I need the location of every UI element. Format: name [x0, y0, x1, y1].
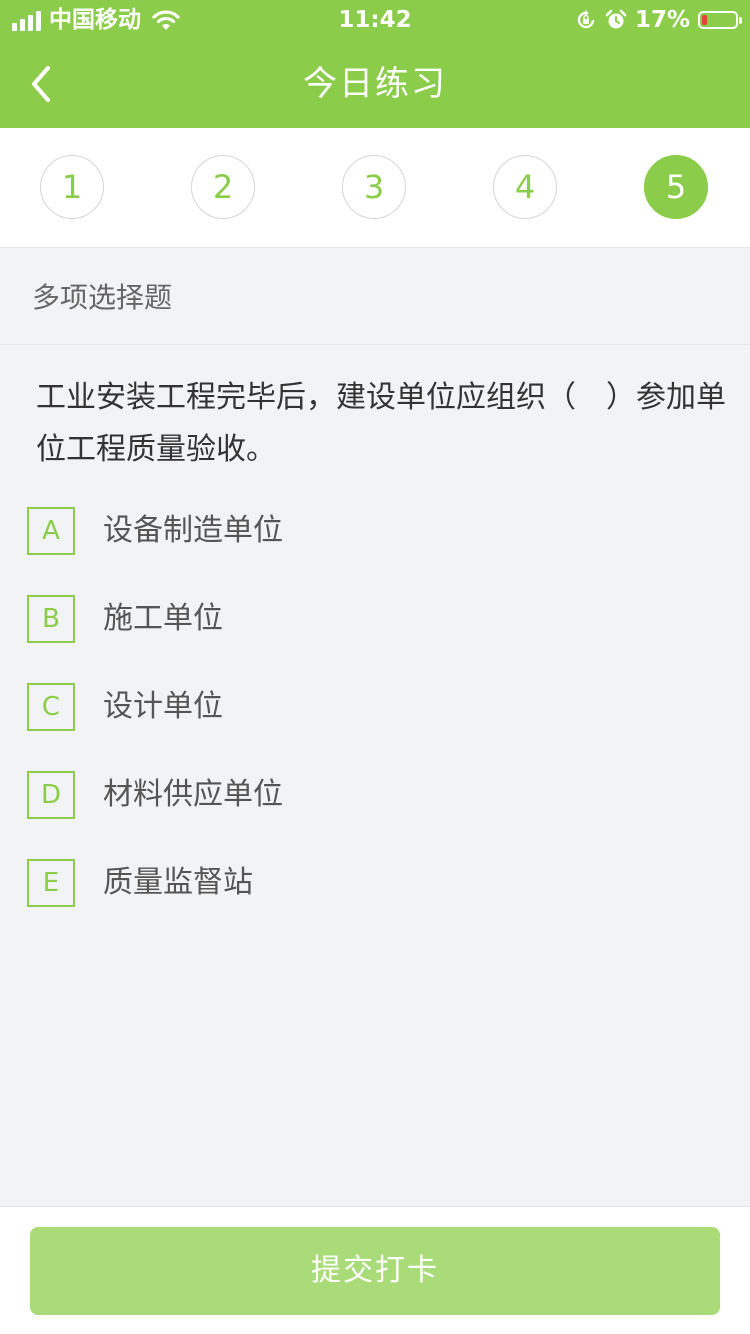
question-type-label: 多项选择题: [32, 281, 173, 314]
option-b[interactable]: B 施工单位: [27, 595, 717, 645]
step-4[interactable]: 4: [493, 155, 557, 219]
step-5[interactable]: 5: [644, 155, 708, 219]
page-title: 今日练习: [303, 64, 447, 104]
battery-icon: [698, 11, 742, 29]
question-text: 工业安装工程完毕后，建设单位应组织（ ）参加单位工程质量验收。: [36, 380, 726, 467]
footer-bar: 提交打卡: [0, 1206, 750, 1334]
status-bar: 中国移动 11:42 17%: [0, 0, 750, 40]
option-text: 设计单位: [103, 689, 223, 724]
question-stepper: 1 2 3 4 5: [0, 128, 750, 248]
option-text: 施工单位: [103, 601, 223, 636]
option-text: 材料供应单位: [103, 777, 283, 812]
option-letter-box: E: [27, 859, 75, 907]
orientation-lock-icon: [577, 10, 595, 29]
option-letter-box: D: [27, 771, 75, 819]
step-2[interactable]: 2: [191, 155, 255, 219]
app-header: 中国移动 11:42 17% 今日练习: [0, 0, 750, 128]
question-type-bar: 多项选择题: [0, 248, 750, 345]
option-text: 设备制造单位: [103, 513, 283, 548]
battery-level: [702, 15, 707, 25]
battery-percent: 17%: [634, 7, 690, 33]
option-letter-box: B: [27, 595, 75, 643]
option-d[interactable]: D 材料供应单位: [27, 771, 717, 821]
option-a[interactable]: A 设备制造单位: [27, 507, 717, 557]
option-letter-box: A: [27, 507, 75, 555]
option-text: 质量监督站: [103, 865, 253, 900]
status-right: 17%: [575, 6, 742, 34]
step-1[interactable]: 1: [40, 155, 104, 219]
option-e[interactable]: E 质量监督站: [27, 859, 717, 909]
submit-checkin-button[interactable]: 提交打卡: [30, 1227, 720, 1315]
option-c[interactable]: C 设计单位: [27, 683, 717, 733]
option-letter-box: C: [27, 683, 75, 731]
alarm-icon: [605, 9, 627, 29]
step-3[interactable]: 3: [342, 155, 406, 219]
